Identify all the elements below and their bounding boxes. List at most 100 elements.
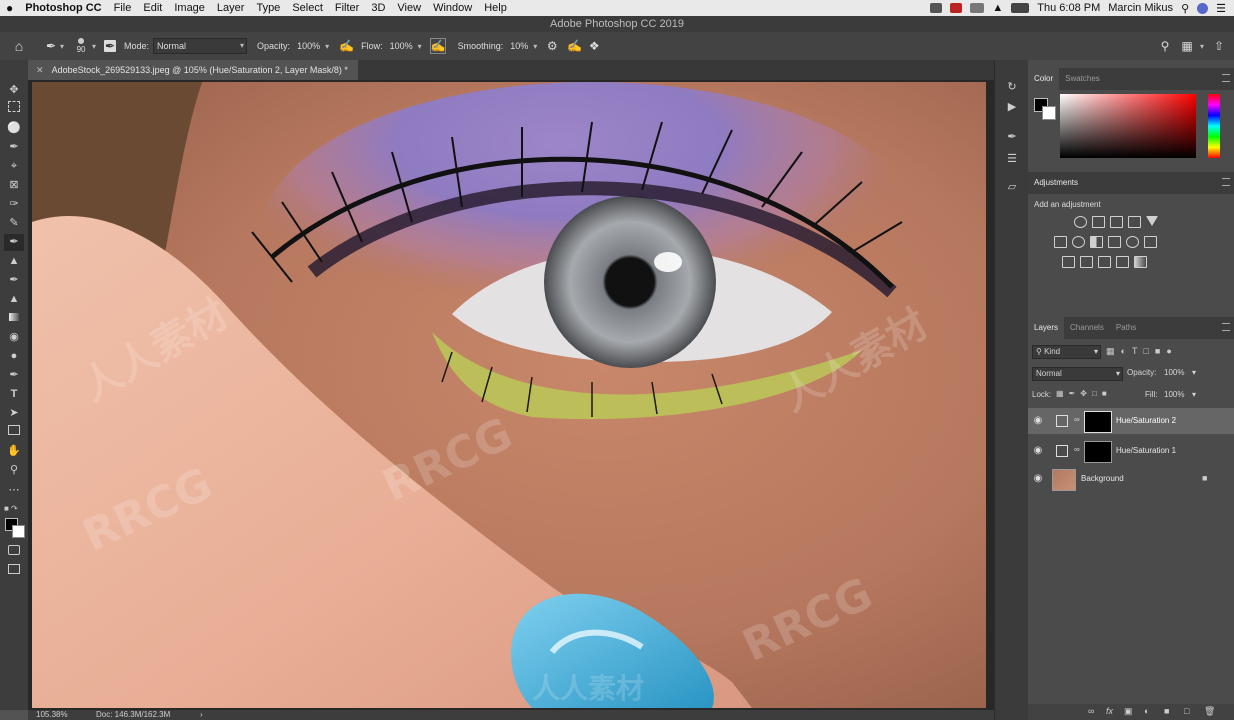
brush-tool-preset-icon[interactable]: ✒	[44, 39, 58, 53]
healing-brush-tool-icon[interactable]: ✎	[4, 215, 24, 232]
chevron-down-icon[interactable]: ▾	[418, 42, 422, 51]
filter-toggle-icon[interactable]: ●	[1166, 346, 1177, 356]
status-icon-2[interactable]	[950, 3, 963, 13]
chevron-down-icon[interactable]: ▾	[60, 42, 64, 51]
lock-transparency-icon[interactable]: ▦	[1056, 389, 1069, 398]
menu-help[interactable]: Help	[478, 2, 513, 14]
layer-name[interactable]: Background	[1081, 474, 1124, 483]
visibility-eye-icon[interactable]: ◉	[1032, 473, 1044, 485]
pixel-filter-icon[interactable]: ▦	[1106, 346, 1121, 356]
pressure-opacity-icon[interactable]: ✍	[339, 39, 354, 53]
spotlight-search-icon[interactable]: ⚲	[1181, 2, 1189, 15]
photo-filter-icon[interactable]	[1108, 236, 1121, 248]
menu-type[interactable]: Type	[250, 2, 286, 14]
clone-stamp-tool-icon[interactable]: ▲	[4, 253, 24, 270]
layer-filter-select[interactable]: ⚲ Kind ▾	[1032, 345, 1101, 359]
menu-3d[interactable]: 3D	[365, 2, 391, 14]
canvas-area[interactable]: RRCG RRCG RRCG 人人素材 人人素材 人人素材	[28, 80, 994, 710]
zoom-tool-icon[interactable]: ⚲	[4, 462, 24, 479]
gradient-map-icon[interactable]	[1134, 256, 1147, 268]
lock-position-icon[interactable]: ✥	[1080, 389, 1092, 398]
eraser-tool-icon[interactable]: ▲	[4, 291, 24, 308]
siri-icon[interactable]	[1197, 2, 1209, 14]
blend-mode-select[interactable]: Normal ▾	[1032, 367, 1123, 381]
chevron-down-icon[interactable]: ▾	[92, 42, 96, 51]
panel-menu-icon[interactable]	[1222, 74, 1230, 82]
chevron-down-icon[interactable]: ▾	[1192, 368, 1196, 377]
menubar-clock[interactable]: Thu 6:08 PM	[1037, 2, 1100, 14]
layer-mask-thumbnail[interactable]	[1084, 411, 1112, 433]
color-lookup-icon[interactable]	[1144, 236, 1157, 248]
eyedropper-tool-icon[interactable]: ✑	[4, 196, 24, 213]
layer-row[interactable]: ◉ ∞ Hue/Saturation 2	[1028, 408, 1234, 434]
color-balance-icon[interactable]	[1072, 236, 1085, 248]
rectangle-tool-icon[interactable]	[4, 424, 24, 441]
screen-mode-icon[interactable]	[4, 563, 24, 580]
history-icon[interactable]: ↻	[1005, 80, 1019, 94]
document-size[interactable]: Doc: 146.3M/162.3M	[96, 710, 170, 720]
add-mask-icon[interactable]: ▣	[1124, 706, 1133, 717]
type-filter-icon[interactable]: T	[1132, 346, 1144, 356]
smoothing-settings-gear-icon[interactable]: ⚙	[545, 39, 559, 53]
brush-settings-panel-icon[interactable]: ✒	[1005, 130, 1019, 144]
opacity-field[interactable]: 100%	[294, 39, 323, 53]
smart-object-filter-icon[interactable]: ■	[1155, 346, 1166, 356]
delete-layer-icon[interactable]: 🗑	[1204, 706, 1215, 717]
brush-size-picker[interactable]: 90	[72, 38, 90, 54]
hue-saturation-icon[interactable]	[1054, 236, 1067, 248]
tab-swatches[interactable]: Swatches	[1059, 68, 1106, 90]
new-adjustment-icon[interactable]: ◐	[1144, 706, 1149, 716]
home-icon[interactable]: ⌂	[12, 39, 26, 53]
panel-menu-icon[interactable]	[1222, 178, 1230, 186]
wifi-icon[interactable]: ▲	[992, 2, 1003, 14]
airbrush-icon[interactable]: ✍	[429, 38, 446, 54]
mask-link-icon[interactable]: ∞	[1074, 415, 1080, 424]
document-tab[interactable]: ✕ AdobeStock_269529133.jpeg @ 105% (Hue/…	[28, 60, 358, 80]
layer-opacity-value[interactable]: 100%	[1164, 368, 1184, 377]
actions-play-icon[interactable]: ▶	[1005, 100, 1019, 114]
channel-mixer-icon[interactable]	[1126, 236, 1139, 248]
chevron-down-icon[interactable]: ▾	[325, 42, 329, 51]
menu-edit[interactable]: Edit	[137, 2, 168, 14]
visibility-eye-icon[interactable]: ◉	[1032, 445, 1044, 457]
hand-tool-icon[interactable]: ✋	[4, 443, 24, 460]
menu-view[interactable]: View	[391, 2, 427, 14]
layer-style-fx-icon[interactable]: fx	[1106, 706, 1113, 716]
marquee-tool-icon[interactable]	[4, 101, 24, 118]
lasso-tool-icon[interactable]: ⚪	[4, 120, 24, 137]
cloud-icon[interactable]	[970, 3, 985, 13]
document-canvas[interactable]: RRCG RRCG RRCG 人人素材 人人素材 人人素材	[32, 82, 986, 708]
3d-cube-icon[interactable]: ▱	[1005, 180, 1019, 194]
status-menu-arrow-icon[interactable]: ›	[200, 710, 203, 720]
curves-icon[interactable]	[1110, 216, 1123, 228]
layer-row[interactable]: ◉ ∞ Hue/Saturation 1	[1028, 438, 1234, 464]
hue-slider[interactable]	[1208, 94, 1220, 158]
app-menu[interactable]: Photoshop CC	[19, 2, 107, 14]
flow-field[interactable]: 100%	[387, 39, 416, 53]
mode-select[interactable]: Normal ▾	[153, 38, 248, 54]
menu-file[interactable]: File	[108, 2, 138, 14]
layer-name[interactable]: Hue/Saturation 1	[1116, 446, 1176, 455]
threshold-icon[interactable]	[1098, 256, 1111, 268]
battery-icon[interactable]	[1011, 3, 1030, 13]
invert-icon[interactable]	[1062, 256, 1075, 268]
link-layers-icon[interactable]: ∞	[1088, 706, 1094, 716]
layer-mask-thumbnail[interactable]	[1084, 441, 1112, 463]
layer-row[interactable]: ◉ Background ■	[1028, 466, 1234, 492]
lock-pixels-icon[interactable]: ✒	[1069, 389, 1081, 398]
workspace-icon[interactable]: ▦	[1180, 39, 1194, 53]
menubar-user[interactable]: Marcin Mikus	[1108, 2, 1173, 14]
shape-filter-icon[interactable]: □	[1143, 346, 1154, 356]
adjustments-title[interactable]: Adjustments	[1028, 172, 1084, 194]
pen-tool-icon[interactable]: ✒	[4, 367, 24, 384]
notification-center-icon[interactable]: ☰	[1216, 2, 1226, 15]
panel-menu-icon[interactable]	[1222, 323, 1230, 331]
share-icon[interactable]: ⇧	[1212, 39, 1226, 53]
frame-tool-icon[interactable]: ⊠	[4, 177, 24, 194]
vibrance-icon[interactable]	[1146, 216, 1158, 226]
background-color-swatch[interactable]	[12, 525, 25, 538]
close-tab-icon[interactable]: ✕	[36, 65, 44, 75]
blur-tool-icon[interactable]: ◉	[4, 329, 24, 346]
gradient-tool-icon[interactable]	[4, 310, 24, 327]
pressure-size-icon[interactable]: ✍	[567, 39, 582, 53]
